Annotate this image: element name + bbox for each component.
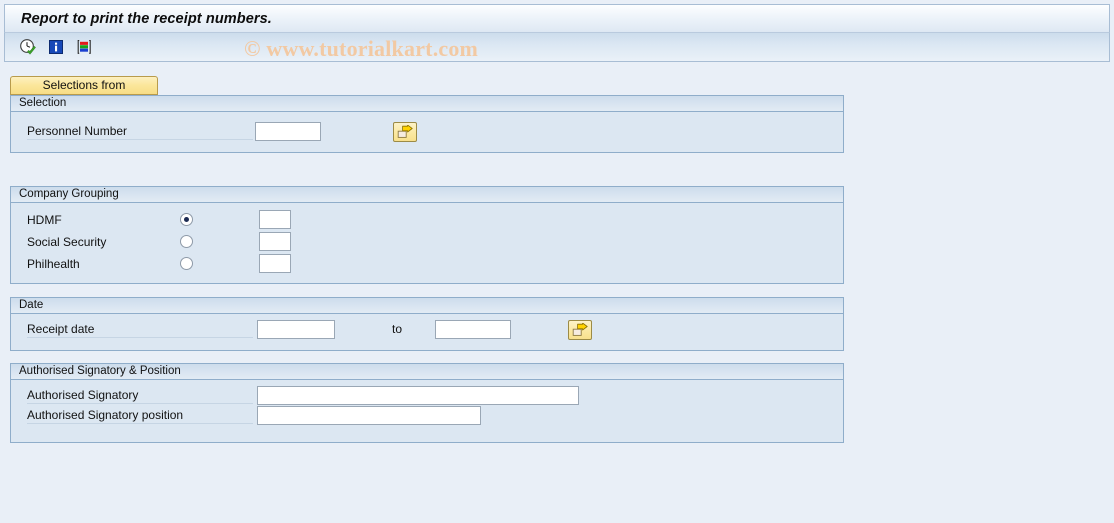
- panel-company-grouping-header: Company Grouping: [11, 187, 843, 203]
- company-grouping-label-philhealth: Philhealth: [27, 257, 80, 271]
- authorised-signatory-position-label: Authorised Signatory position: [27, 407, 253, 424]
- multi-select-arrow-icon: [572, 323, 588, 336]
- panel-selection-body: Personnel Number: [11, 112, 843, 153]
- execute-icon[interactable]: [17, 36, 39, 58]
- application-window: Report to print the receipt numbers.: [4, 4, 1110, 70]
- row-personnel-number: Personnel Number: [27, 123, 253, 140]
- panel-selection: Selection Personnel Number: [10, 95, 844, 153]
- panel-signatory: Authorised Signatory & Position Authoris…: [10, 363, 844, 443]
- panel-signatory-header: Authorised Signatory & Position: [11, 364, 843, 380]
- panel-date-body: Receipt date to: [11, 314, 843, 351]
- authorised-signatory-position-input[interactable]: [257, 406, 481, 425]
- company-grouping-label-social-security: Social Security: [27, 235, 107, 249]
- execute-icon-svg: [20, 39, 36, 55]
- company-grouping-radio-social-security[interactable]: [180, 235, 193, 248]
- personnel-number-input[interactable]: [255, 122, 321, 141]
- authorised-signatory-label: Authorised Signatory: [27, 387, 253, 404]
- receipt-date-label: Receipt date: [27, 321, 253, 338]
- multi-select-arrow-icon: [397, 125, 413, 138]
- panel-company-grouping-body: HDMF Social Security Philhealth: [11, 203, 843, 284]
- info-icon[interactable]: [45, 36, 67, 58]
- company-grouping-value-social-security[interactable]: [259, 232, 291, 251]
- title-bar: Report to print the receipt numbers.: [4, 4, 1110, 32]
- window-title: Report to print the receipt numbers.: [21, 10, 272, 27]
- company-grouping-value-philhealth[interactable]: [259, 254, 291, 273]
- panel-company-grouping: Company Grouping HDMF Social Security Ph…: [10, 186, 844, 284]
- panel-date: Date Receipt date to: [10, 297, 844, 351]
- company-grouping-radio-hdmf[interactable]: [180, 213, 193, 226]
- panel-signatory-body: Authorised Signatory Authorised Signator…: [11, 380, 843, 443]
- authorised-signatory-input[interactable]: [257, 386, 579, 405]
- variant-icon[interactable]: [73, 36, 95, 58]
- company-grouping-value-hdmf[interactable]: [259, 210, 291, 229]
- company-grouping-label-hdmf: HDMF: [27, 213, 62, 227]
- info-icon-svg: [49, 40, 63, 54]
- receipt-date-to-label: to: [392, 322, 403, 336]
- tab-strip: Selections from: [10, 76, 158, 95]
- variant-icon-svg: [77, 39, 91, 54]
- personnel-number-multi-select-button[interactable]: [393, 122, 417, 142]
- company-grouping-radio-philhealth[interactable]: [180, 257, 193, 270]
- tab-selections-from[interactable]: Selections from: [10, 76, 158, 95]
- receipt-date-multi-select-button[interactable]: [568, 320, 592, 340]
- personnel-number-label: Personnel Number: [27, 123, 253, 140]
- panel-selection-header: Selection: [11, 96, 843, 112]
- receipt-date-from-input[interactable]: [257, 320, 335, 339]
- receipt-date-to-input[interactable]: [435, 320, 511, 339]
- toolbar: [4, 32, 1110, 62]
- panel-date-header: Date: [11, 298, 843, 314]
